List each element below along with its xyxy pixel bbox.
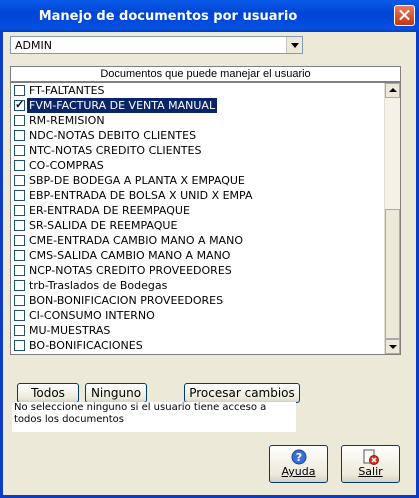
item-label: CME-ENTRADA CAMBIO MANO A MANO: [29, 234, 243, 247]
help-note: No seleccione ninguno si el usuario tien…: [12, 402, 296, 432]
item-label: RM-REMISION: [29, 114, 105, 127]
list-item[interactable]: CME-ENTRADA CAMBIO MANO A MANO: [11, 233, 384, 248]
item-checkbox[interactable]: [14, 325, 25, 336]
ninguno-button[interactable]: Ninguno: [85, 383, 147, 403]
user-select-value: ADMIN: [15, 39, 52, 52]
item-checkbox[interactable]: [14, 190, 25, 201]
scroll-up-icon[interactable]: [385, 83, 400, 98]
item-checkbox[interactable]: [14, 98, 25, 111]
item-checkbox[interactable]: [14, 85, 25, 96]
item-checkbox[interactable]: [14, 340, 25, 351]
list-item[interactable]: FVM-FACTURA DE VENTA MANUAL: [11, 98, 384, 113]
list-item[interactable]: ER-ENTRADA DE REEMPAQUE: [11, 203, 384, 218]
close-icon[interactable]: [394, 5, 415, 26]
todos-button[interactable]: Todos: [17, 383, 79, 403]
list-item[interactable]: CO-COMPRAS: [11, 158, 384, 173]
list-item[interactable]: SBP-DE BODEGA A PLANTA X EMPAQUE: [11, 173, 384, 188]
item-checkbox[interactable]: [14, 115, 25, 126]
list-item[interactable]: EBP-ENTRADA DE BOLSA X UNID X EMPA: [11, 188, 384, 203]
item-checkbox[interactable]: [14, 250, 25, 261]
item-checkbox[interactable]: [14, 205, 25, 216]
svg-text:?: ?: [296, 451, 302, 464]
item-label: EBP-ENTRADA DE BOLSA X UNID X EMPA: [29, 189, 253, 202]
list-header: Documentos que puede manejar el usuario: [10, 66, 401, 82]
list-item[interactable]: CMS-SALIDA CAMBIO MANO A MANO: [11, 248, 384, 263]
item-checkbox[interactable]: [14, 160, 25, 171]
item-label: SR-SALIDA DE REEMPAQUE: [29, 219, 178, 232]
exit-icon: [363, 449, 379, 465]
dialog-window: Manejo de documentos por usuario ADMIN D…: [0, 0, 419, 498]
list-item[interactable]: MU-MUESTRAS: [11, 323, 384, 338]
item-checkbox[interactable]: [14, 295, 25, 306]
window-title: Manejo de documentos por usuario: [38, 9, 298, 24]
item-checkbox[interactable]: [14, 145, 25, 156]
item-label: trb-Traslados de Bodegas: [29, 279, 168, 292]
list-item[interactable]: BO-BONIFICACIONES: [11, 338, 384, 353]
user-select[interactable]: ADMIN: [10, 36, 303, 54]
salir-label: Salir: [358, 465, 383, 478]
scrollbar-thumb[interactable]: [385, 209, 400, 339]
list-item[interactable]: BON-BONIFICACION PROVEEDORES: [11, 293, 384, 308]
item-label: NDC-NOTAS DEBITO CLIENTES: [29, 129, 197, 142]
item-label: NTC-NOTAS CREDITO CLIENTES: [29, 144, 202, 157]
scroll-down-icon[interactable]: [385, 339, 400, 354]
item-checkbox[interactable]: [14, 175, 25, 186]
salir-button[interactable]: Salir: [341, 445, 400, 483]
ayuda-button[interactable]: ? Ayuda: [269, 445, 328, 483]
item-label: MU-MUESTRAS: [29, 324, 111, 337]
item-checkbox[interactable]: [14, 280, 25, 291]
title-bar[interactable]: Manejo de documentos por usuario: [0, 0, 419, 32]
procesar-cambios-button[interactable]: Procesar cambios: [184, 383, 300, 403]
item-label: CMS-SALIDA CAMBIO MANO A MANO: [29, 249, 231, 262]
item-label: CI-CONSUMO INTERNO: [29, 309, 155, 322]
documents-list[interactable]: BO-BONIFICACIONES MU-MUESTRAS CI-CONSUMO I…: [10, 82, 401, 355]
item-label: BON-BONIFICACION PROVEEDORES: [29, 294, 224, 307]
item-label: SBP-DE BODEGA A PLANTA X EMPAQUE: [29, 174, 245, 187]
item-label: BO-BONIFICACIONES: [29, 339, 143, 352]
help-icon: ?: [291, 449, 307, 465]
list-item[interactable]: NTC-NOTAS CREDITO CLIENTES: [11, 143, 384, 158]
list-item[interactable]: NCP-NOTAS CREDITO PROVEEDORES: [11, 263, 384, 278]
vertical-scrollbar[interactable]: [384, 83, 400, 354]
item-checkbox[interactable]: [14, 220, 25, 231]
list-item[interactable]: trb-Traslados de Bodegas: [11, 278, 384, 293]
item-label: CO-COMPRAS: [29, 159, 104, 172]
item-checkbox[interactable]: [14, 310, 25, 321]
item-label: FVM-FACTURA DE VENTA MANUAL: [27, 98, 218, 113]
list-item[interactable]: SR-SALIDA DE REEMPAQUE: [11, 218, 384, 233]
chevron-down-icon[interactable]: [286, 37, 302, 53]
list-item[interactable]: FT-FALTANTES: [11, 83, 384, 98]
item-checkbox[interactable]: [14, 235, 25, 246]
list-item[interactable]: CI-CONSUMO INTERNO: [11, 308, 384, 323]
item-checkbox[interactable]: [14, 265, 25, 276]
item-label: NCP-NOTAS CREDITO PROVEEDORES: [29, 264, 232, 277]
item-checkbox[interactable]: [14, 130, 25, 141]
list-item[interactable]: NDC-NOTAS DEBITO CLIENTES: [11, 128, 384, 143]
item-label: FT-FALTANTES: [29, 84, 105, 97]
item-label: ER-ENTRADA DE REEMPAQUE: [29, 204, 190, 217]
ayuda-label: Ayuda: [281, 465, 316, 478]
list-item[interactable]: RM-REMISION: [11, 113, 384, 128]
